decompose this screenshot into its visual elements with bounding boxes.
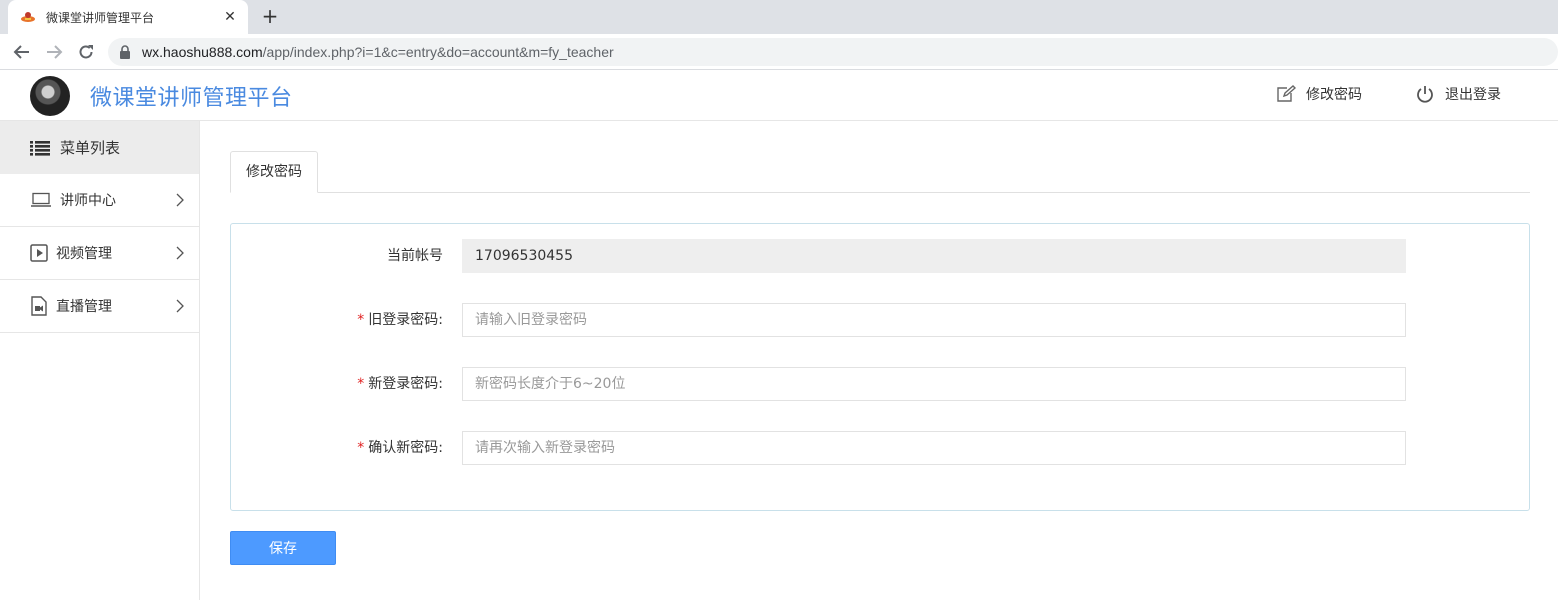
sidebar-heading-label: 菜单列表 xyxy=(60,139,121,157)
old-password-label: * 旧登录密码: xyxy=(357,303,443,337)
confirm-password-label-text: 确认新密码: xyxy=(368,440,443,456)
tab-close-icon[interactable]: ✕ xyxy=(222,9,238,25)
tab-change-password[interactable]: 修改密码 xyxy=(230,151,318,193)
sidebar-item-label: 直播管理 xyxy=(56,299,112,315)
url-text: wx.haoshu888.com/app/index.php?i=1&c=ent… xyxy=(142,44,614,60)
change-password-link[interactable]: 修改密码 xyxy=(1276,84,1362,104)
back-icon[interactable] xyxy=(10,40,34,64)
video-icon xyxy=(30,244,48,262)
confirm-password-label: * 确认新密码: xyxy=(357,431,443,465)
old-password-row: * 旧登录密码: xyxy=(231,303,1531,337)
account-field xyxy=(462,239,1406,273)
save-button[interactable]: 保存 xyxy=(230,531,336,565)
logout-label: 退出登录 xyxy=(1445,87,1501,103)
confirm-password-field[interactable] xyxy=(462,431,1406,465)
browser-tab[interactable]: 微课堂讲师管理平台 ✕ xyxy=(8,0,248,34)
browser-toolbar: wx.haoshu888.com/app/index.php?i=1&c=ent… xyxy=(0,34,1558,70)
chevron-right-icon xyxy=(176,299,184,313)
address-bar[interactable]: wx.haoshu888.com/app/index.php?i=1&c=ent… xyxy=(108,38,1558,66)
app-header: 微课堂讲师管理平台 修改密码 退出登录 xyxy=(0,70,1558,121)
logout-link[interactable]: 退出登录 xyxy=(1415,84,1501,104)
sidebar-item-video[interactable]: 视频管理 xyxy=(0,227,199,280)
password-form-panel: 当前帐号 *旧登录密码: *新登录密码: *确认新密码: xyxy=(230,223,1530,511)
account-row: 当前帐号 xyxy=(231,239,1531,273)
sidebar-item-label: 视频管理 xyxy=(56,246,112,262)
new-tab-button[interactable]: + xyxy=(258,5,282,29)
old-password-label-text: 旧登录密码: xyxy=(368,312,443,328)
sidebar: 菜单列表 讲师中心 视频管理 直播管理 xyxy=(0,121,200,600)
new-password-label: * 新登录密码: xyxy=(357,367,443,401)
required-mark: * xyxy=(357,376,365,392)
live-icon xyxy=(31,296,47,316)
sidebar-heading: 菜单列表 xyxy=(0,121,199,174)
app-title: 微课堂讲师管理平台 xyxy=(90,86,293,111)
new-password-row: * 新登录密码: xyxy=(231,367,1531,401)
required-mark: * xyxy=(357,312,365,328)
browser-tabstrip: 微课堂讲师管理平台 ✕ + xyxy=(0,0,1558,34)
list-icon xyxy=(30,140,50,156)
account-label: 当前帐号 xyxy=(387,248,443,264)
content-tabbar: 修改密码 xyxy=(230,151,1530,193)
url-host: wx.haoshu888.com xyxy=(142,44,263,60)
old-password-field[interactable] xyxy=(462,303,1406,337)
edit-icon xyxy=(1277,85,1296,102)
new-password-label-text: 新登录密码: xyxy=(368,376,443,392)
url-path: /app/index.php?i=1&c=entry&do=account&m=… xyxy=(262,44,614,60)
confirm-password-row: * 确认新密码: xyxy=(231,431,1531,465)
browser-tab-title: 微课堂讲师管理平台 xyxy=(46,10,155,25)
new-password-field[interactable] xyxy=(462,367,1406,401)
change-password-label: 修改密码 xyxy=(1306,87,1362,103)
site-favicon-icon xyxy=(20,9,36,25)
chevron-right-icon xyxy=(176,246,184,260)
lock-icon xyxy=(118,45,132,59)
sidebar-item-label: 讲师中心 xyxy=(60,193,116,209)
laptop-icon xyxy=(31,192,51,207)
power-icon xyxy=(1417,86,1433,103)
required-mark: * xyxy=(357,440,365,456)
sidebar-item-live[interactable]: 直播管理 xyxy=(0,280,199,333)
sidebar-item-teacher-center[interactable]: 讲师中心 xyxy=(0,174,199,227)
forward-icon[interactable] xyxy=(42,40,66,64)
chevron-right-icon xyxy=(176,193,184,207)
reload-icon[interactable] xyxy=(74,40,98,64)
avatar xyxy=(30,76,70,116)
